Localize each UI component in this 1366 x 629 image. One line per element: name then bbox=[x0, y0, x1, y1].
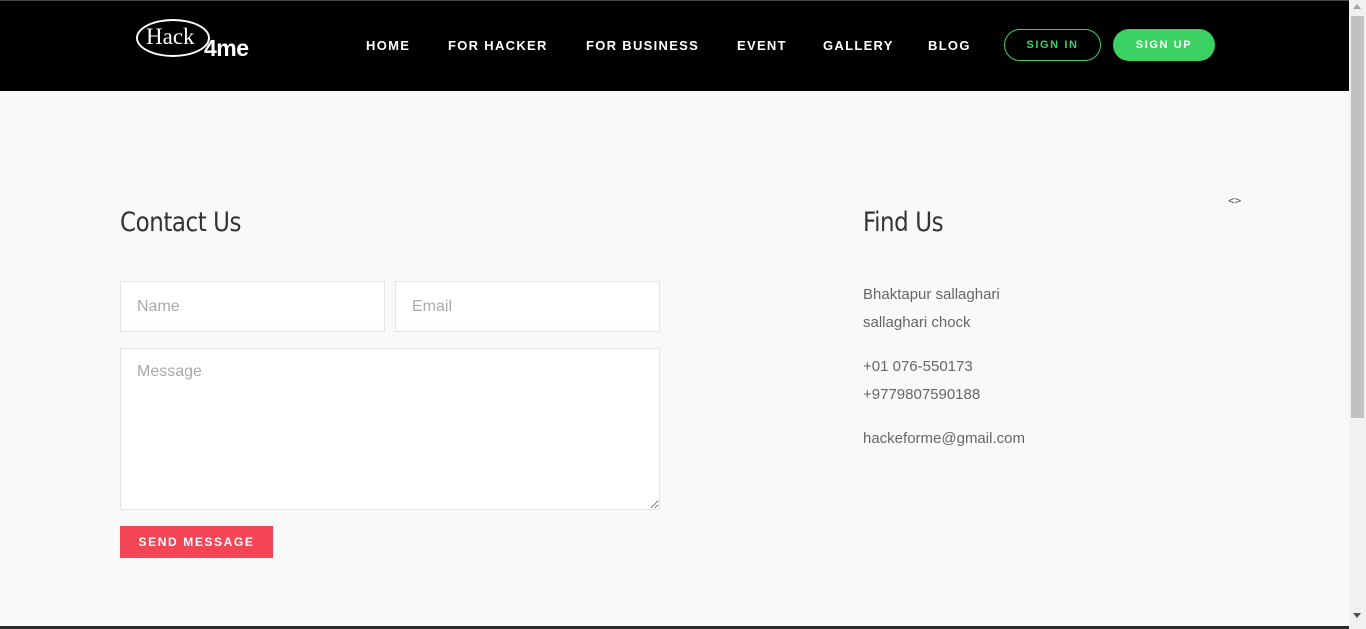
phone-2: +9779807590188 bbox=[863, 386, 981, 403]
send-message-button[interactable]: SEND MESSAGE bbox=[120, 526, 273, 558]
nav-gallery[interactable]: GALLERY bbox=[823, 38, 894, 53]
page-scrollbar[interactable] bbox=[1349, 0, 1366, 629]
contact-email[interactable]: hackeforme@gmail.com bbox=[863, 430, 1025, 447]
scroll-up-arrow-icon[interactable] bbox=[1353, 4, 1361, 9]
name-input[interactable] bbox=[120, 281, 385, 332]
sign-in-button[interactable]: SIGN IN bbox=[1004, 29, 1101, 61]
find-us-title: Find Us bbox=[863, 207, 944, 238]
scroll-thumb[interactable] bbox=[1351, 16, 1364, 418]
navbar: Hack 4me HOME FOR HACKER FOR BUSINESS EV… bbox=[0, 0, 1349, 91]
brand-logo[interactable]: Hack 4me bbox=[136, 19, 256, 61]
email-input[interactable] bbox=[395, 281, 660, 332]
phone-1: +01 076-550173 bbox=[863, 358, 973, 375]
address-line-1: Bhaktapur sallaghari bbox=[863, 286, 1000, 303]
nav-event[interactable]: EVENT bbox=[737, 38, 787, 53]
logo-text-left: Hack bbox=[146, 24, 195, 49]
code-icon: <> bbox=[1228, 194, 1242, 207]
nav-for-hacker[interactable]: FOR HACKER bbox=[448, 38, 548, 53]
contact-title: Contact Us bbox=[120, 207, 242, 238]
logo-text-right: 4me bbox=[204, 35, 249, 61]
nav-blog[interactable]: BLOG bbox=[928, 38, 971, 53]
nav-for-business[interactable]: FOR BUSINESS bbox=[586, 38, 699, 53]
sign-up-button[interactable]: SIGN UP bbox=[1113, 29, 1215, 61]
address-line-2: sallaghari chock bbox=[863, 314, 971, 331]
nav-home[interactable]: HOME bbox=[366, 38, 410, 53]
message-textarea[interactable] bbox=[120, 348, 660, 510]
scroll-down-arrow-icon[interactable] bbox=[1353, 613, 1361, 618]
